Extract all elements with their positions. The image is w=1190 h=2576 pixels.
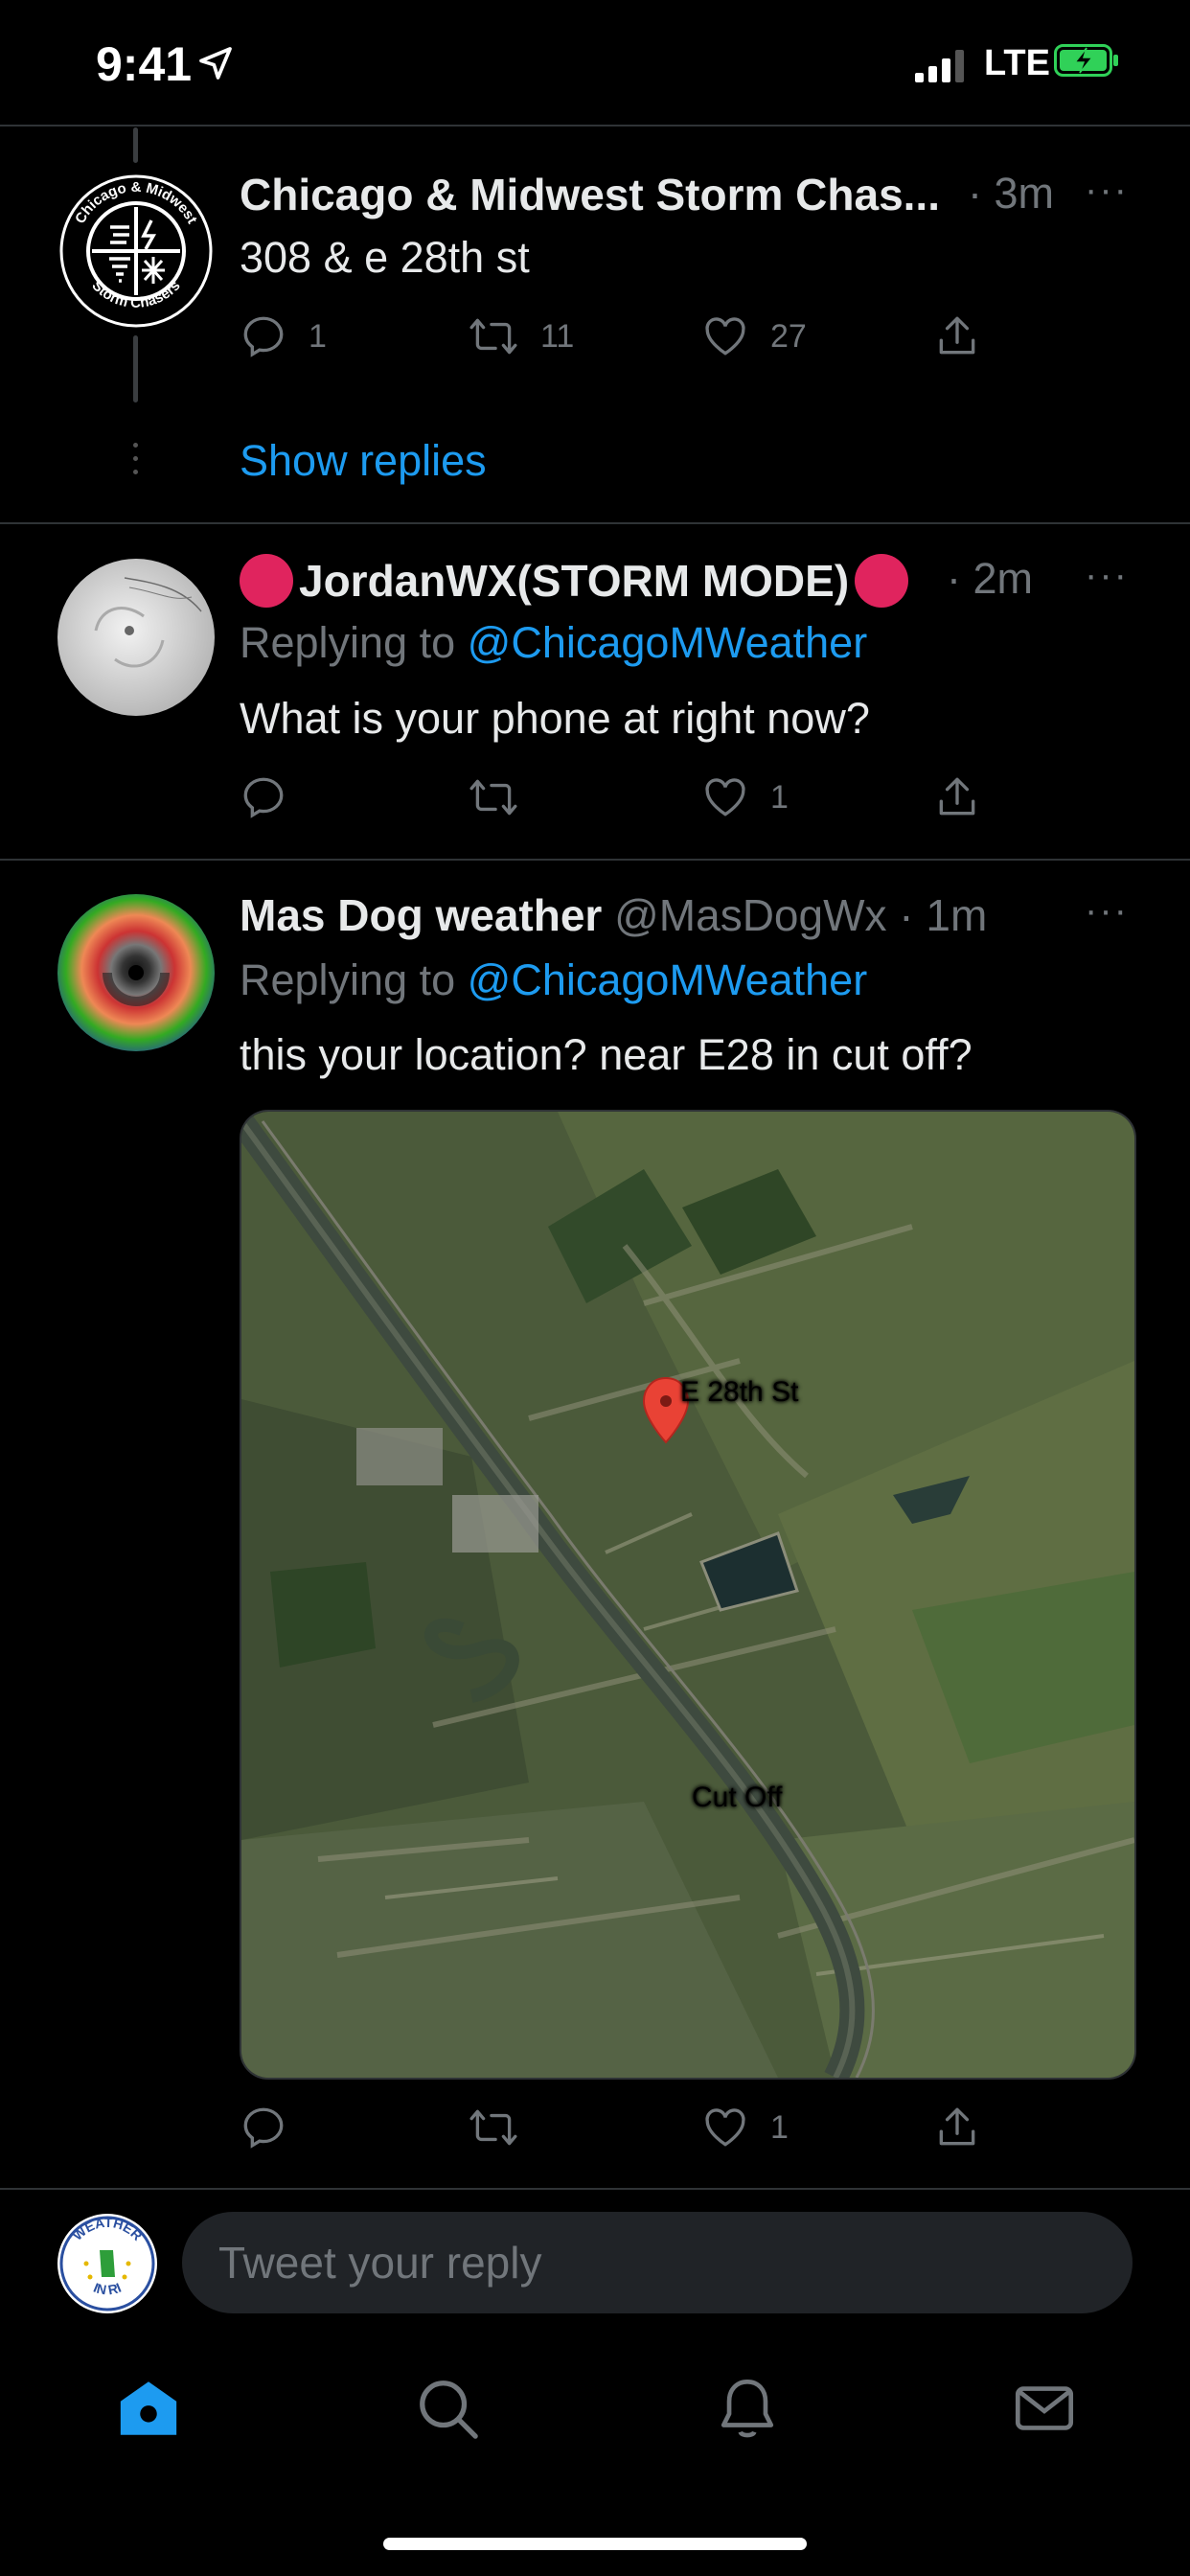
retweet-button[interactable]: 11 [468, 312, 574, 360]
retweet-button[interactable] [468, 773, 540, 821]
cellular-signal-icon [915, 50, 964, 82]
more-options-icon[interactable]: ··· [1085, 554, 1129, 597]
messages-icon[interactable] [1011, 2375, 1078, 2442]
thread-more-dots-icon [130, 443, 140, 474]
retweet-icon [469, 779, 517, 816]
svg-text:IN RI: IN RI [91, 2280, 123, 2298]
more-options-icon[interactable]: ··· [1085, 889, 1129, 932]
tweet-time: · 1m [899, 890, 988, 940]
share-icon [939, 777, 975, 816]
notifications-icon[interactable] [714, 2375, 781, 2442]
more-options-icon[interactable]: ··· [1085, 169, 1129, 212]
display-name-row[interactable]: JordanWX(STORM MODE) [240, 554, 909, 608]
location-arrow-icon [199, 47, 232, 80]
replying-to-handle[interactable]: @ChicagoMWeather [468, 618, 868, 667]
tweet-text: What is your phone at right now? [240, 694, 870, 743]
retweet-icon [469, 318, 517, 355]
hurricane-satellite-avatar-icon [94, 577, 202, 668]
home-icon[interactable] [115, 2375, 182, 2442]
tweet-time-value: 1m [926, 890, 988, 940]
like-button[interactable]: 27 [701, 312, 807, 360]
user-avatar[interactable]: WEATHER IN RI [57, 2214, 157, 2313]
avatar[interactable]: Chicago & Midwest Storm Chasers [57, 172, 215, 330]
tweet-time-value: 3m [994, 169, 1055, 218]
share-button[interactable] [933, 312, 981, 360]
weather-in-ri-logo-icon: WEATHER IN RI [59, 2215, 155, 2312]
divider [0, 2188, 1190, 2190]
map-pin-label: E 28th St [680, 1376, 799, 1408]
reply-input[interactable]: Tweet your reply [182, 2212, 1133, 2313]
replying-to-label: Replying to [240, 618, 456, 667]
battery-charging-icon [1054, 44, 1118, 77]
handle: @MasDogWx [614, 890, 887, 940]
search-icon[interactable] [414, 2375, 481, 2442]
replying-to-label: Replying to [240, 955, 456, 1004]
map-town-label: Cut Off [692, 1782, 783, 1813]
show-replies-link[interactable]: Show replies [240, 436, 487, 486]
like-count: 27 [770, 317, 807, 355]
divider [0, 522, 1190, 524]
divider [0, 125, 1190, 126]
reply-button[interactable]: 1 [240, 312, 327, 360]
map-image[interactable]: E 28th St Cut Off [240, 1110, 1136, 2080]
reply-button[interactable] [240, 773, 309, 821]
logo-bottom-text: IN RI [91, 2280, 123, 2298]
reply-button[interactable] [240, 2104, 309, 2151]
heart-icon [705, 778, 745, 816]
replying-to-handle[interactable]: @ChicagoMWeather [468, 955, 868, 1004]
network-type: LTE [984, 43, 1050, 83]
display-name[interactable]: Chicago & Midwest Storm Chas... [240, 169, 940, 220]
like-count: 1 [770, 778, 789, 816]
display-name: JordanWX(STORM MODE) [299, 556, 850, 606]
thread-line [133, 127, 138, 163]
tweet-text: this your location? near E28 in cut off? [240, 1030, 973, 1079]
home-indicator [383, 2538, 807, 2550]
tweet-time-value: 2m [973, 554, 1034, 603]
tweet-text: 308 & e 28th st [240, 233, 530, 282]
display-name: Mas Dog weather [240, 890, 603, 940]
share-button[interactable] [933, 2104, 981, 2151]
storm-chasers-logo-icon: Chicago & Midwest Storm Chasers [59, 174, 213, 328]
avatar[interactable] [57, 559, 215, 716]
share-icon [939, 2107, 975, 2146]
like-button[interactable]: 1 [701, 2104, 789, 2151]
heart-icon [705, 317, 745, 356]
reply-icon [243, 2107, 284, 2149]
retweet-count: 11 [540, 317, 575, 355]
retweet-icon [469, 2109, 517, 2146]
retweet-button[interactable] [468, 2104, 540, 2151]
heart-icon [705, 2108, 745, 2147]
status-time: 9:41 [96, 37, 193, 91]
share-button[interactable] [933, 773, 981, 821]
like-button[interactable]: 1 [701, 773, 789, 821]
reply-icon [243, 316, 284, 357]
red-circle-emoji-icon [855, 554, 909, 608]
divider [0, 859, 1190, 861]
display-name-row[interactable]: Mas Dog weather @MasDogWx · 1m [240, 889, 987, 941]
share-icon [939, 316, 975, 355]
reply-icon [243, 777, 284, 818]
like-count: 1 [770, 2108, 789, 2146]
tweet-time: · 2m [947, 554, 1034, 603]
hurricane-radar-avatar-icon [103, 965, 170, 1006]
replying-to: Replying to @ChicagoMWeather [240, 955, 867, 1005]
thread-line [133, 335, 138, 402]
tweet-time: · 3m [968, 169, 1055, 218]
red-circle-emoji-icon [240, 554, 293, 608]
reply-input-placeholder: Tweet your reply [218, 2238, 542, 2288]
replying-to: Replying to @ChicagoMWeather [240, 618, 867, 668]
reply-count: 1 [309, 317, 327, 355]
avatar[interactable] [57, 894, 215, 1051]
satellite-map: E 28th St Cut Off [241, 1112, 1134, 2078]
